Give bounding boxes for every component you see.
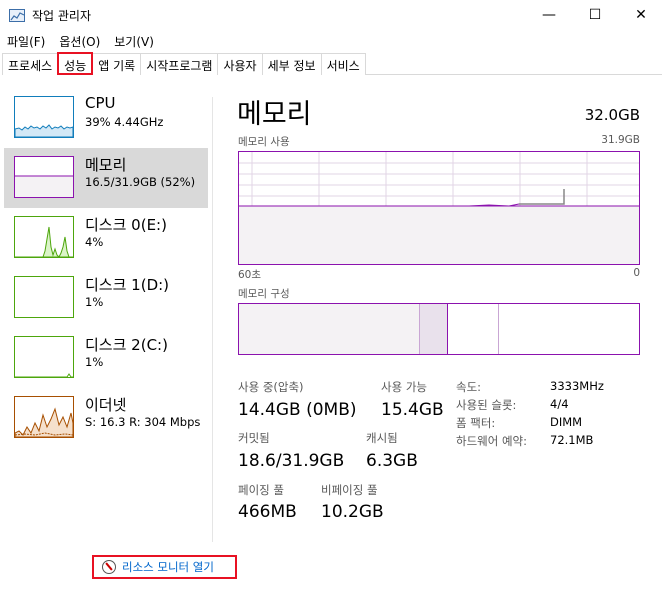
usage-graph-label: 메모리 사용 <box>238 136 290 148</box>
ethernet-name: 이더넷 <box>85 396 127 414</box>
tab-startup[interactable]: 시작프로그램 <box>140 53 219 75</box>
tab-services[interactable]: 서비스 <box>320 53 366 75</box>
speed-key: 속도: <box>456 380 482 394</box>
menu-view[interactable]: 보기(V) <box>107 31 161 51</box>
cpu-thumbnail <box>14 96 74 138</box>
close-button[interactable]: ✕ <box>618 0 664 30</box>
slots-key: 사용된 슬롯: <box>456 398 517 412</box>
nonpaged-pool-label: 비페이징 풀 <box>321 483 378 497</box>
usage-graph-svg <box>239 152 639 264</box>
ethernet-sub: S: 16.3 R: 304 Mbps <box>85 415 201 429</box>
disk2-thumbnail <box>14 336 74 378</box>
sidebar-divider <box>212 97 213 542</box>
sidebar-item-ethernet[interactable]: 이더넷 S: 16.3 R: 304 Mbps <box>4 388 208 448</box>
in-use-label: 사용 중(압축) <box>238 380 304 394</box>
minimize-button[interactable]: — <box>526 0 572 30</box>
available-value: 15.4GB <box>381 400 444 420</box>
memory-composition-bar <box>238 303 640 355</box>
menu-file[interactable]: 파일(F) <box>0 31 52 51</box>
sidebar-item-disk1[interactable]: 디스크 1(D:) 1% <box>4 268 208 328</box>
maximize-button[interactable]: ☐ <box>572 0 618 30</box>
open-resource-monitor-link[interactable]: 리소스 모니터 열기 <box>92 555 237 579</box>
hardware-reserved-value: 72.1MB <box>550 433 594 447</box>
composition-modified <box>420 304 448 354</box>
time-right-label: 0 <box>633 267 640 279</box>
speed-value: 3333MHz <box>550 379 604 393</box>
composition-label: 메모리 구성 <box>238 288 290 300</box>
available-label: 사용 가능 <box>381 380 427 394</box>
memory-total: 32.0GB <box>584 106 640 124</box>
task-manager-icon <box>9 9 25 22</box>
sidebar-item-disk2[interactable]: 디스크 2(C:) 1% <box>4 328 208 388</box>
tab-processes[interactable]: 프로세스 <box>2 53 59 75</box>
sidebar-item-cpu[interactable]: CPU 39% 4.44GHz <box>4 88 208 148</box>
form-factor-value: DIMM <box>550 415 583 429</box>
disk1-thumbnail <box>14 276 74 318</box>
composition-in-use <box>239 304 420 354</box>
committed-label: 커밋됨 <box>238 431 270 445</box>
usage-fill <box>239 206 639 264</box>
cached-value: 6.3GB <box>366 451 418 471</box>
memory-name: 메모리 <box>85 156 127 174</box>
disk1-sub: 1% <box>85 295 104 309</box>
time-left-label: 60초 <box>238 269 262 281</box>
composition-standby <box>448 304 499 354</box>
memory-thumbnail <box>14 156 74 198</box>
usage-graph-max: 31.9GB <box>601 134 640 146</box>
page-title: 메모리 <box>237 99 312 130</box>
disk0-sub: 4% <box>85 235 104 249</box>
tab-bar: 프로세스 성능 앱 기록 시작프로그램 사용자 세부 정보 서비스 <box>2 52 662 75</box>
committed-value: 18.6/31.9GB <box>238 451 345 471</box>
menu-bar: 파일(F) 옵션(O) 보기(V) <box>0 31 161 51</box>
tab-details[interactable]: 세부 정보 <box>261 53 322 75</box>
window-title: 작업 관리자 <box>32 9 92 23</box>
disk1-name: 디스크 1(D:) <box>85 276 170 294</box>
disk0-thumbnail <box>14 216 74 258</box>
cpu-sub: 39% 4.44GHz <box>85 115 164 129</box>
resource-monitor-icon <box>102 560 116 574</box>
memory-sub: 16.5/31.9GB (52%) <box>85 175 196 189</box>
tab-performance[interactable]: 성능 <box>57 52 94 75</box>
tab-users[interactable]: 사용자 <box>217 53 263 75</box>
nonpaged-pool-value: 10.2GB <box>321 502 384 522</box>
cached-label: 캐시됨 <box>366 431 398 445</box>
cpu-name: CPU <box>85 94 116 112</box>
paged-pool-value: 466MB <box>238 502 297 522</box>
sidebar-item-memory[interactable]: 메모리 16.5/31.9GB (52%) <box>4 148 208 208</box>
in-use-value: 14.4GB (0MB) <box>238 400 357 420</box>
sidebar-item-disk0[interactable]: 디스크 0(E:) 4% <box>4 208 208 268</box>
title-bar: 작업 관리자 — ☐ ✕ <box>0 0 664 30</box>
memory-usage-graph <box>238 151 640 265</box>
disk2-sub: 1% <box>85 355 104 369</box>
paged-pool-label: 페이징 풀 <box>238 483 284 497</box>
resource-monitor-label[interactable]: 리소스 모니터 열기 <box>122 559 214 575</box>
menu-options[interactable]: 옵션(O) <box>52 31 107 51</box>
disk2-name: 디스크 2(C:) <box>85 336 168 354</box>
slots-value: 4/4 <box>550 397 569 411</box>
hardware-reserved-key: 하드웨어 예약: <box>456 434 528 448</box>
form-factor-key: 폼 팩터: <box>456 416 496 430</box>
disk0-name: 디스크 0(E:) <box>85 216 167 234</box>
usage-wiggle <box>468 203 520 207</box>
ethernet-thumbnail <box>14 396 74 438</box>
tab-app-history[interactable]: 앱 기록 <box>92 53 142 75</box>
